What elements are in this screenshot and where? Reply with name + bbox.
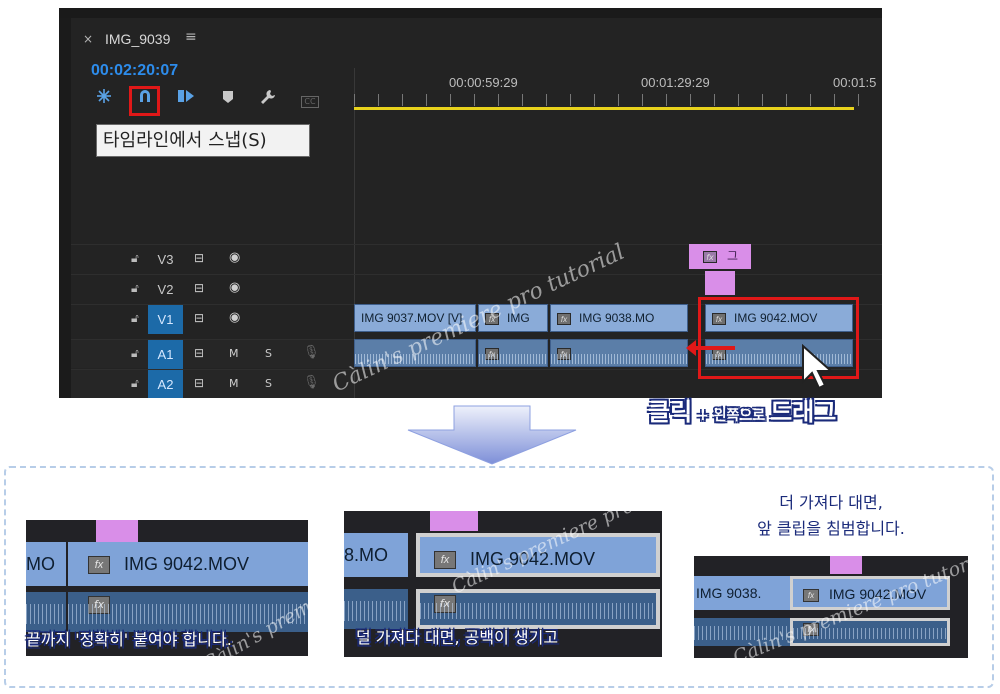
mouse-cursor-icon — [802, 344, 834, 390]
clip-left: 8.MO — [344, 533, 408, 577]
snapshot-overlap: IMG 9038. fxIMG 9042.MOV fx Càlin's prem… — [694, 556, 968, 658]
audio-clip-9038[interactable]: fx — [550, 339, 688, 367]
waveform — [479, 354, 547, 364]
panel-menu-icon[interactable]: ≡ — [185, 29, 197, 45]
track-name[interactable]: V2 — [148, 275, 183, 304]
ruler-ticks[interactable] — [354, 94, 882, 106]
track-name[interactable]: A1 — [148, 340, 183, 369]
graphic-clip-label: 그 — [727, 249, 739, 263]
nest-icon[interactable] — [93, 88, 115, 110]
work-area-bar[interactable] — [354, 107, 854, 110]
captions-icon[interactable]: CC — [299, 88, 321, 110]
captions-label: CC — [301, 96, 319, 108]
sync-lock-icon[interactable]: ⊟ — [194, 311, 204, 325]
track-name[interactable]: V3 — [148, 245, 183, 274]
sync-lock-icon[interactable]: ⊟ — [194, 376, 204, 390]
caption-line-2: 앞 클립을 침범합니다. — [757, 519, 905, 538]
sync-lock-icon[interactable]: ⊟ — [194, 281, 204, 295]
clip-left: MO — [26, 542, 66, 586]
solo-button[interactable]: S — [265, 377, 272, 390]
track-name[interactable]: A2 — [148, 370, 183, 398]
lock-icon[interactable]: 🔓︎ — [131, 311, 139, 326]
clip-left: IMG 9038. — [694, 576, 790, 610]
waveform — [420, 602, 656, 619]
clip-name: IMG 9038.MO — [579, 311, 655, 325]
audio-clip-short[interactable]: fx — [478, 339, 548, 367]
track-header-a2[interactable]: 🔓︎ A2 ⊟ M S 🎙︎ — [71, 369, 354, 398]
drag-word-drag: 드래그 — [770, 398, 837, 426]
waveform — [551, 354, 687, 364]
track-header-a1[interactable]: 🔓︎ A1 ⊟ M S 🎙︎ — [71, 339, 354, 369]
fx-badge: fx — [434, 551, 456, 570]
graphic-clip[interactable]: fx 그 — [689, 244, 751, 269]
caption-gap: 덜 가져다 대면, 공백이 생기고 — [356, 628, 559, 647]
down-arrow-icon — [407, 405, 577, 465]
clip-img-9042: fx IMG 9042.MOV — [68, 542, 308, 586]
clip-img-9038[interactable]: fx IMG 9038.MO — [550, 304, 688, 332]
playhead-timecode[interactable]: 00:02:20:07 — [91, 62, 178, 80]
fx-badge: fx — [88, 556, 110, 575]
timeline-panel: × IMG_9039 ≡ 00:02:20:07 CC 타임라인에서 스냅(S)… — [59, 8, 882, 398]
caption-exact: 끝까지 '정확히' 붙여야 합니다. — [26, 630, 232, 649]
lock-icon[interactable]: 🔓︎ — [131, 251, 139, 266]
eye-icon[interactable]: ◉ — [229, 310, 240, 325]
eye-icon[interactable]: ◉ — [229, 280, 240, 295]
snap-tooltip: 타임라인에서 스냅(S) — [96, 124, 310, 157]
clip-name: 8.MO — [344, 545, 389, 565]
mute-button[interactable]: M — [229, 347, 239, 360]
panel-top-border — [59, 8, 882, 18]
drag-word-left: 왼쪽으로 — [713, 408, 771, 424]
caption-line-1: 더 가져다 대면, — [779, 493, 883, 512]
microphone-icon[interactable]: 🎙︎ — [303, 345, 320, 360]
fx-badge: fx — [557, 312, 571, 325]
eye-icon[interactable]: ◉ — [229, 250, 240, 265]
close-tab-icon[interactable]: × — [83, 32, 93, 46]
solo-button[interactable]: S — [265, 347, 272, 360]
audio-clip-9042: fx — [416, 589, 660, 629]
ruler-time-1: 00:00:59:29 — [449, 75, 518, 90]
linked-selection-icon[interactable] — [175, 88, 197, 110]
mute-button[interactable]: M — [229, 377, 239, 390]
ruler-time-2: 00:01:29:29 — [641, 75, 710, 90]
ruler-time-3: 00:01:5 — [833, 75, 877, 90]
track-header-v1[interactable]: 🔓︎ V1 ⊟ ◉ — [71, 304, 354, 334]
graphic-clip — [430, 511, 478, 531]
clip-name: IMG 9038. — [696, 585, 762, 601]
clip-name: MO — [26, 554, 55, 574]
drag-word-click: 클릭 — [648, 398, 693, 426]
track-name[interactable]: V1 — [148, 305, 183, 334]
graphic-clip-v2[interactable] — [705, 271, 735, 295]
marker-icon[interactable] — [217, 88, 239, 110]
drag-plus: + — [692, 408, 714, 424]
wrench-icon[interactable] — [257, 88, 279, 110]
track-header-v3[interactable]: 🔓︎ V3 ⊟ ◉ — [71, 244, 354, 273]
panel-left-border — [59, 18, 71, 398]
microphone-icon[interactable]: 🎙︎ — [303, 375, 320, 390]
lock-icon[interactable]: 🔓︎ — [131, 376, 139, 391]
fx-badge: fx — [703, 250, 717, 263]
fx-badge: fx — [803, 588, 819, 602]
clip-name: IMG 9042.MOV — [124, 554, 250, 574]
waveform — [26, 604, 66, 624]
snap-highlight-box — [129, 86, 160, 116]
graphic-clip — [96, 520, 138, 542]
drag-instruction: 클릭 + 왼쪽으로 드래그 — [648, 392, 836, 427]
graphic-clip — [830, 556, 862, 574]
sync-lock-icon[interactable]: ⊟ — [194, 251, 204, 265]
track-header-v2[interactable]: 🔓︎ V2 ⊟ ◉ — [71, 274, 354, 303]
drag-left-arrow — [686, 340, 735, 356]
caption-overlap: 더 가져다 대면, 앞 클립을 침범합니다. — [696, 490, 966, 542]
sync-lock-icon[interactable]: ⊟ — [194, 346, 204, 360]
lock-icon[interactable]: 🔓︎ — [131, 346, 139, 361]
audio-clip-left — [344, 589, 408, 629]
lock-icon[interactable]: 🔓︎ — [131, 281, 139, 296]
waveform — [344, 601, 408, 621]
sequence-tab-title[interactable]: IMG_9039 — [105, 31, 170, 47]
